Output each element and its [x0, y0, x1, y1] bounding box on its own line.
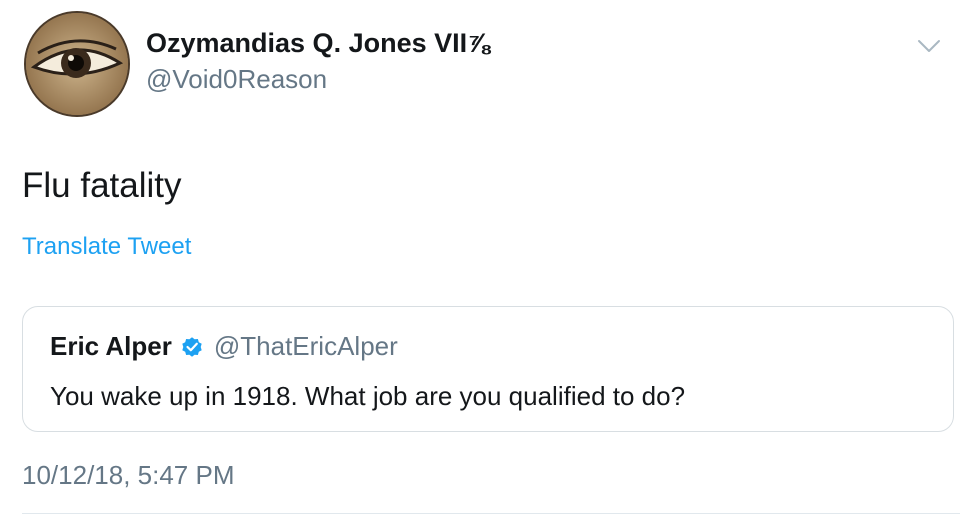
quoted-author-handle: @ThatEricAlper	[213, 331, 398, 361]
chevron-down-icon[interactable]	[916, 36, 942, 56]
quoted-tweet-text: You wake up in 1918. What job are you qu…	[50, 381, 686, 411]
tweet-timestamp[interactable]: 10/12/18, 5:47 PM	[22, 460, 234, 491]
divider	[22, 513, 960, 514]
verified-badge-icon	[180, 335, 204, 359]
avatar[interactable]	[24, 11, 130, 117]
author-display-name[interactable]: Ozymandias Q. Jones VII⅞	[146, 28, 490, 59]
translate-tweet-link[interactable]: Translate Tweet	[22, 233, 191, 261]
tweet-text: Flu fatality	[22, 166, 182, 205]
author-handle[interactable]: @Void0Reason	[146, 64, 327, 95]
quoted-author-name: Eric Alper	[50, 331, 172, 361]
quoted-tweet-card[interactable]: Eric Alper @ThatEricAlper You wake up in…	[22, 306, 954, 432]
quoted-tweet-header: Eric Alper @ThatEricAlper	[50, 331, 398, 362]
eye-avatar-icon	[26, 13, 128, 115]
